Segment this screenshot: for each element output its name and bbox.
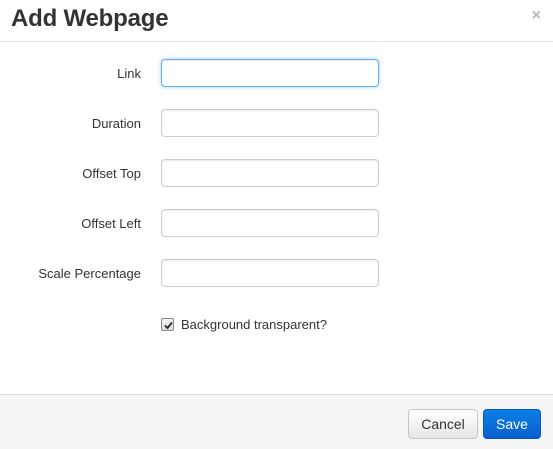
close-icon[interactable]: × bbox=[532, 7, 541, 25]
offset-top-input[interactable] bbox=[161, 159, 379, 187]
duration-label: Duration bbox=[91, 116, 141, 131]
scale-percentage-label: Scale Percentage bbox=[38, 266, 141, 281]
cancel-button[interactable]: Cancel bbox=[408, 409, 478, 439]
scale-percentage-input[interactable] bbox=[161, 259, 379, 287]
save-button[interactable]: Save bbox=[483, 409, 541, 439]
form-row-offset-left: Offset Left bbox=[0, 209, 553, 239]
form-row-offset-top: Offset Top bbox=[0, 159, 553, 189]
form-row-link: Link bbox=[0, 59, 553, 89]
dialog-footer: Cancel Save bbox=[0, 394, 553, 449]
link-input[interactable] bbox=[161, 59, 379, 87]
add-webpage-dialog: Add Webpage × Link Duration Offset Top O… bbox=[0, 0, 553, 449]
form-row-scale-percentage: Scale Percentage bbox=[0, 259, 553, 289]
background-transparent-checkbox[interactable] bbox=[161, 318, 174, 331]
form-row-duration: Duration bbox=[0, 109, 553, 139]
offset-top-label: Offset Top bbox=[82, 166, 141, 181]
offset-left-input[interactable] bbox=[161, 209, 379, 237]
checkmark-icon bbox=[164, 321, 173, 330]
link-label: Link bbox=[117, 66, 141, 81]
background-transparent-label[interactable]: Background transparent? bbox=[181, 316, 327, 334]
dialog-header: Add Webpage × bbox=[0, 0, 553, 42]
dialog-title: Add Webpage bbox=[11, 5, 169, 32]
offset-left-label: Offset Left bbox=[81, 216, 141, 231]
duration-input[interactable] bbox=[161, 109, 379, 137]
